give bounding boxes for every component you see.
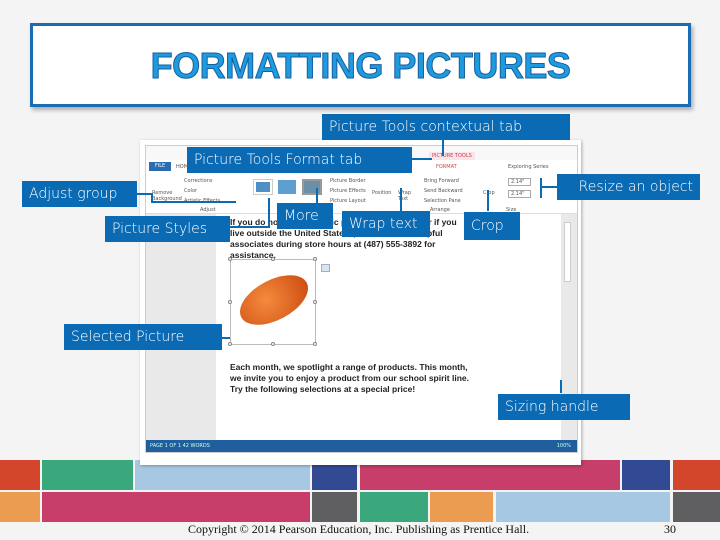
copyright: Copyright © 2014 Pearson Education, Inc.… (188, 522, 530, 536)
sizing-handle[interactable] (271, 257, 275, 261)
slide-number: 30 (664, 522, 676, 536)
bring-forward-button[interactable]: Bring Forward (424, 178, 459, 184)
slide-title: FORMATTING PICTURES (150, 45, 571, 87)
width-field[interactable]: 2.14" (508, 190, 532, 198)
callout-resize: Resize an object (557, 174, 700, 200)
corrections-button[interactable]: Corrections (184, 178, 212, 184)
layout-options-button[interactable] (321, 264, 330, 272)
picture-border-button[interactable]: Picture Border (330, 178, 366, 184)
status-bar: PAGE 1 OF 1 42 WORDS 100% (146, 440, 577, 452)
height-field[interactable]: 2.14" (508, 178, 532, 186)
sizing-handle[interactable] (313, 300, 317, 304)
picture-tools-label: PICTURE TOOLS (429, 152, 475, 160)
arrange-group-label: Arrange (430, 207, 450, 213)
sizing-handle[interactable] (228, 300, 232, 304)
picture-style-2[interactable] (278, 180, 296, 194)
picture-layout-button[interactable]: Picture Layout (330, 198, 366, 204)
account-name: Exploring Series (508, 164, 549, 170)
selection-pane-button[interactable]: Selection Pane (424, 198, 461, 204)
sizing-handle[interactable] (228, 257, 232, 261)
picture-style-1[interactable] (253, 179, 273, 195)
picture-style-3[interactable] (302, 179, 322, 195)
callout-more: More (277, 203, 333, 229)
callout-picture-styles: Picture Styles (105, 216, 230, 242)
format-tab[interactable]: FORMAT (436, 164, 457, 170)
football-image (231, 264, 317, 336)
zoom-level[interactable]: 100% (557, 440, 571, 452)
paragraph-2: Each month, we spotlight a range of prod… (230, 362, 469, 394)
send-backward-button[interactable]: Send Backward (424, 188, 463, 194)
position-button[interactable]: Position (372, 190, 391, 196)
sizing-handle[interactable] (271, 342, 275, 346)
title-box: FORMATTING PICTURES (30, 23, 691, 107)
sizing-handle[interactable] (313, 342, 317, 346)
sizing-handle[interactable] (228, 342, 232, 346)
sizing-handle[interactable] (313, 257, 317, 261)
status-left: PAGE 1 OF 1 42 WORDS (150, 443, 210, 449)
adjust-group-label: Adjust (200, 207, 216, 213)
callout-format-tab: Picture Tools Format tab (187, 147, 412, 173)
callout-selected-picture: Selected Picture (64, 324, 222, 350)
vertical-scrollbar[interactable] (564, 222, 571, 282)
callout-crop: Crop (464, 212, 520, 240)
file-tab[interactable]: FILE (149, 162, 171, 171)
callout-adjust-group: Adjust group (22, 181, 137, 207)
callout-contextual-tab: Picture Tools contextual tab (322, 114, 570, 140)
callout-wrap-text: Wrap text (342, 211, 430, 237)
selected-picture[interactable] (228, 257, 317, 346)
color-button[interactable]: Color (184, 188, 197, 194)
picture-effects-button[interactable]: Picture Effects (330, 188, 366, 194)
callout-sizing-handle: Sizing handle (498, 394, 630, 420)
